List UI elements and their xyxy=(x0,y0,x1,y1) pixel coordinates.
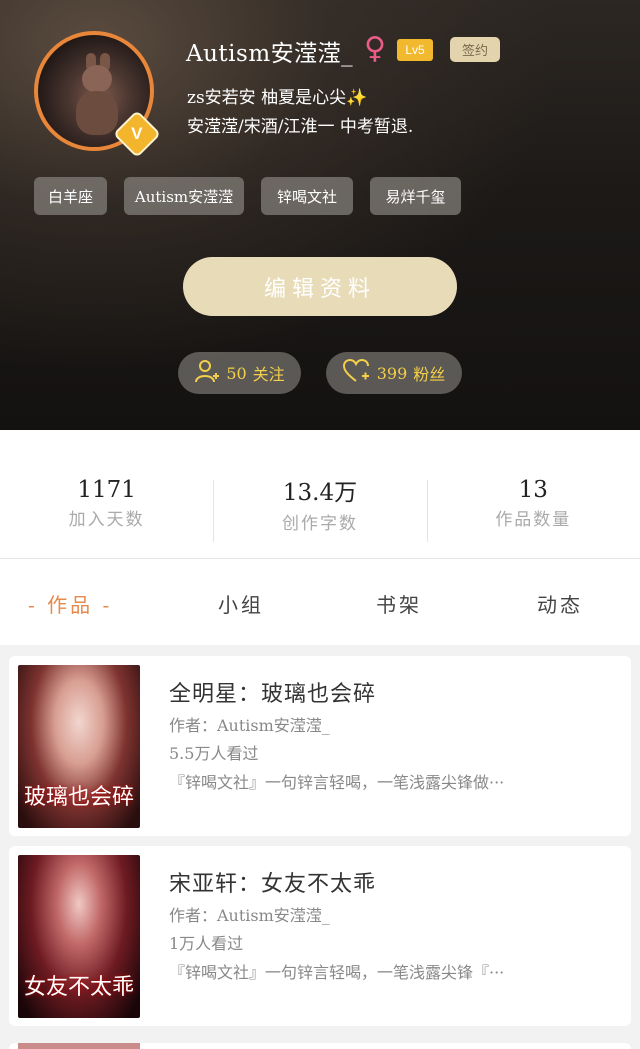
signed-badge: 签约 xyxy=(450,37,500,62)
stat-word-count: 13.4万 创作字数 xyxy=(213,430,426,558)
fans-label: 粉丝 xyxy=(413,365,446,384)
work-cover-image[interactable]: 女友不太乖 xyxy=(18,855,140,1018)
tab-bookshelf[interactable]: 书架 xyxy=(376,589,422,618)
works-list: 玻璃也会碎 全明星：玻璃也会碎 作者：Autism安滢滢_ 5.5万人看过 『锌… xyxy=(0,645,640,1049)
tab-groups[interactable]: 小组 xyxy=(218,589,264,618)
add-user-icon xyxy=(194,358,220,389)
bio-text: zs安若安 柚夏是心尖 xyxy=(187,88,347,108)
work-card[interactable]: 女友不太乖 宋亚轩：女友不太乖 作者：Autism安滢滢_ 1万人看过 『锌喝文… xyxy=(9,846,631,1026)
profile-tag[interactable]: Autism安滢滢 xyxy=(124,177,244,215)
work-author: 作者：Autism安滢滢_ xyxy=(169,906,330,925)
work-cover-image[interactable]: 玻璃也会碎 xyxy=(18,665,140,828)
work-card-partial[interactable] xyxy=(9,1043,631,1049)
tab-works[interactable]: - 作品 - xyxy=(28,589,112,618)
work-description: 『锌喝文社』一句锌言轻喝，一笔浅露尖锋做··· xyxy=(169,773,505,792)
work-card[interactable]: 玻璃也会碎 全明星：玻璃也会碎 作者：Autism安滢滢_ 5.5万人看过 『锌… xyxy=(9,656,631,836)
profile-tag[interactable]: 易烊千玺 xyxy=(370,177,461,215)
following-label: 关注 xyxy=(252,365,285,384)
verified-mark: V xyxy=(131,124,143,143)
username: Autism安滢滢_ xyxy=(186,41,354,67)
stat-works-count: 13 作品数量 xyxy=(426,430,640,558)
work-views: 5.5万人看过 xyxy=(169,744,259,763)
bio-line: 安滢滢/宋酒/江淮一 中考暂退. xyxy=(187,117,414,137)
stat-label: 加入天数 xyxy=(68,509,145,530)
work-views: 1万人看过 xyxy=(169,934,244,953)
tab-activity[interactable]: 动态 xyxy=(537,589,583,618)
fans-count: 399 xyxy=(376,363,408,383)
stat-value: 13 xyxy=(518,476,548,503)
female-gender-icon: ♀ xyxy=(364,31,386,66)
work-cover-image xyxy=(18,1043,140,1049)
following-count: 50 xyxy=(226,363,247,383)
stat-value: 13.4万 xyxy=(282,479,358,506)
edit-profile-button[interactable]: 编辑资料 xyxy=(183,257,457,316)
sparkle-icon: ✨ xyxy=(346,88,368,108)
bio-line: zs安若安 柚夏是心尖✨ xyxy=(187,83,367,108)
stats-bar: 1171 加入天数 13.4万 创作字数 13 作品数量 xyxy=(0,430,640,558)
work-description: 『锌喝文社』一句锌言轻喝，一笔浅露尖锋『··· xyxy=(169,963,505,982)
avatar-image-detail xyxy=(76,91,118,135)
work-author: 作者：Autism安滢滢_ xyxy=(169,716,330,735)
stat-label: 作品数量 xyxy=(495,509,572,530)
following-button[interactable]: 50 关注 xyxy=(178,352,301,394)
profile-header: V Autism安滢滢_ ♀ Lv5 签约 zs安若安 柚夏是心尖✨ 安滢滢/宋… xyxy=(0,0,640,430)
cover-title: 玻璃也会碎 xyxy=(23,785,134,810)
profile-tabs: - 作品 - 小组 书架 动态 xyxy=(0,559,640,645)
stat-join-days: 1171 加入天数 xyxy=(0,430,213,558)
cover-title: 女友不太乖 xyxy=(23,975,134,1000)
stat-value: 1171 xyxy=(77,476,136,503)
fans-button[interactable]: 399 粉丝 xyxy=(326,352,462,394)
profile-tag[interactable]: 锌喝文社 xyxy=(261,177,353,215)
work-title: 宋亚轩：女友不太乖 xyxy=(169,872,377,897)
level-badge: Lv5 xyxy=(397,39,433,61)
avatar-image-detail xyxy=(82,65,112,93)
work-title: 全明星：玻璃也会碎 xyxy=(169,682,377,707)
heart-plus-icon xyxy=(342,358,371,388)
stat-label: 创作字数 xyxy=(281,513,358,534)
profile-tag[interactable]: 白羊座 xyxy=(34,177,107,215)
